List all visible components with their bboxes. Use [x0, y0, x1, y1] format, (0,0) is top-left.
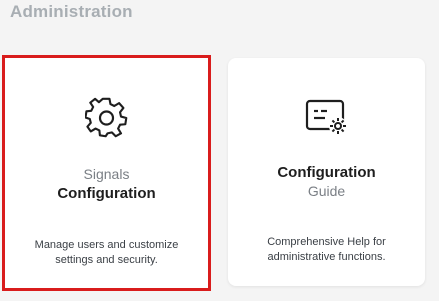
gear-icon — [84, 97, 127, 138]
card-description: Comprehensive Help for administrative fu… — [267, 236, 386, 263]
configuration-guide-card[interactable]: Configuration Guide Comprehensive Help f… — [228, 58, 425, 286]
settings-panel-icon — [305, 99, 347, 135]
card-title-line2: Guide — [307, 183, 346, 199]
card-description: Manage users and customize settings and … — [34, 239, 179, 266]
card-title-line2: Configuration — [57, 185, 156, 202]
signals-configuration-card[interactable]: Signals Configuration Manage users and c… — [2, 55, 211, 291]
section-title: Administration — [10, 2, 133, 21]
card-title-line1: Configuration — [277, 164, 376, 181]
card-title-line1: Signals — [83, 166, 130, 182]
